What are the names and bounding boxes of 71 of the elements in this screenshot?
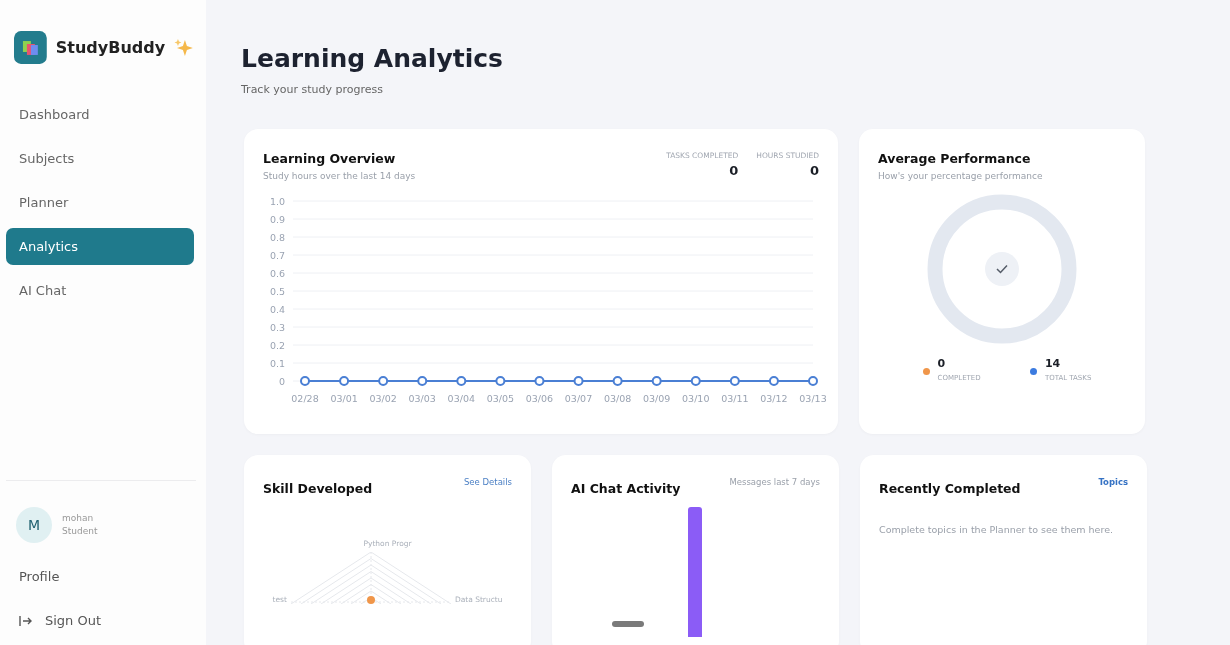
data-point — [534, 376, 545, 386]
axis-tick-label: 03/13 — [799, 393, 827, 404]
card-title: Learning Overview — [263, 151, 397, 166]
user-name: mohan — [62, 512, 95, 525]
data-point — [573, 376, 584, 386]
nav-item[interactable]: Analytics — [6, 228, 194, 265]
axis-tick-label: 0.3 — [269, 322, 285, 333]
card-title: Average Performance — [878, 151, 1032, 166]
data-point — [300, 376, 310, 386]
card-title: Skill Developed — [263, 481, 373, 496]
axis-tick-label: 03/08 — [603, 393, 632, 404]
data-point — [808, 376, 818, 386]
avatar: M — [16, 507, 52, 543]
data-point — [378, 376, 389, 386]
axis-tick-label: 0.7 — [269, 250, 285, 261]
see-details-link[interactable]: See Details — [463, 477, 512, 487]
check-icon — [985, 252, 1019, 286]
profile-link[interactable]: Profile — [6, 567, 194, 587]
axis-tick-label: 03/02 — [369, 393, 397, 404]
data-point — [339, 376, 350, 386]
axis-tick-label: 03/07 — [564, 393, 593, 404]
axis-tick-label: 1.0 — [269, 196, 285, 207]
nav-item[interactable]: AI Chat — [6, 272, 194, 309]
legend-value: 14 — [1044, 357, 1062, 370]
axis-tick-label: 0.2 — [269, 340, 285, 351]
logo-icon — [14, 31, 47, 64]
stat-value: 0 — [808, 163, 819, 178]
axis-tick-label: 03/12 — [760, 393, 788, 404]
app-name: StudyBuddy — [55, 38, 166, 57]
legend-value: 0 — [937, 357, 947, 370]
axis-tick-label: 0.6 — [269, 268, 285, 279]
stat-value: 0 — [728, 163, 739, 178]
nav-item[interactable]: Subjects — [6, 140, 194, 177]
sparkle-icon — [174, 37, 194, 58]
card-subtitle: Study hours over the last 14 days — [263, 171, 416, 181]
data-point — [495, 376, 506, 386]
sign-out-link[interactable]: Sign Out — [45, 611, 102, 631]
nav-item[interactable]: Planner — [6, 184, 194, 221]
axis-tick-label: 03/11 — [721, 393, 749, 404]
axis-tick-label: 0.4 — [269, 304, 285, 315]
axis-tick-label: 03/09 — [643, 393, 671, 404]
page-subtitle: Track your study progress — [241, 83, 384, 96]
axis-tick-label: 0.1 — [269, 358, 285, 369]
sign-out-icon — [19, 615, 33, 627]
data-point — [768, 376, 779, 386]
axis-tick-label: 03/03 — [408, 393, 436, 404]
axis-tick-label: 02/28 — [291, 393, 319, 404]
card-title: Recently Completed — [879, 481, 1021, 496]
axis-tick-label: 03/01 — [330, 393, 358, 404]
axis-tick-label: 03/05 — [486, 393, 515, 404]
axis-tick-label: 0.8 — [269, 232, 285, 243]
card-title: AI Chat Activity — [571, 481, 681, 496]
empty-message: Complete topics in the Planner to see them here. — [879, 524, 1114, 535]
data-point — [612, 376, 623, 386]
data-point — [690, 376, 701, 386]
axis-tick-label: 0.5 — [269, 286, 285, 297]
axis-tick-label: 0 — [278, 376, 285, 387]
data-point — [417, 376, 428, 386]
card-subtitle: How's your percentage performance — [878, 171, 1044, 181]
topics-link[interactable]: Topics — [1098, 477, 1128, 487]
axis-tick-label: 03/10 — [682, 393, 710, 404]
card-note: Messages last 7 days — [729, 477, 820, 487]
user-role: Student — [62, 525, 98, 538]
axis-tick-label: 03/04 — [447, 393, 475, 404]
nav-item[interactable]: Dashboard — [6, 96, 194, 133]
axis-tick-label: 0.9 — [269, 214, 285, 225]
data-point — [456, 376, 467, 386]
data-point — [729, 376, 740, 386]
data-point — [651, 376, 662, 386]
axis-tick-label: 03/06 — [525, 393, 554, 404]
page-title: Learning Analytics — [241, 44, 504, 73]
